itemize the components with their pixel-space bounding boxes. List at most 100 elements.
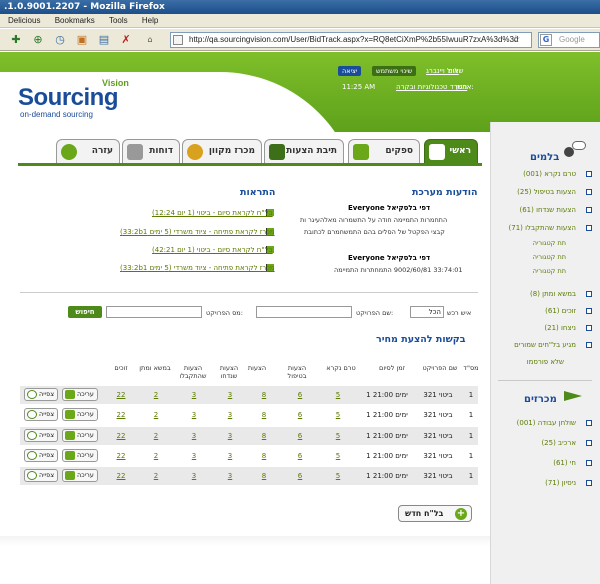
sidebar-item[interactable]: חי (61) xyxy=(553,459,576,467)
table-cell-rejected[interactable]: 3 xyxy=(222,411,238,419)
tab-online-tender[interactable]: מכרז מקוון xyxy=(182,139,262,164)
table-cell-offers[interactable]: 8 xyxy=(256,452,272,460)
table-cell-rejected[interactable]: 3 xyxy=(222,432,238,440)
tab-suppliers[interactable]: ספקים xyxy=(348,139,420,164)
page-icon[interactable]: ▤ xyxy=(96,32,112,48)
expand-icon[interactable] xyxy=(586,342,592,348)
buyer-select[interactable]: הכל xyxy=(410,306,444,318)
alert-link[interactable]: בל"ח לקראת סיום - ביטוי (1 יום 12:24) xyxy=(152,209,273,217)
table-cell-offers[interactable]: 8 xyxy=(256,391,272,399)
table-cell-negotiation[interactable]: 2 xyxy=(148,472,164,480)
expand-icon[interactable] xyxy=(586,440,592,446)
table-cell-offers[interactable]: 8 xyxy=(256,472,272,480)
table-cell-accepted[interactable]: 3 xyxy=(186,432,202,440)
sidebar-item[interactable]: הצעות שנדחו (61) xyxy=(519,206,576,214)
table-cell-winners[interactable]: 22 xyxy=(112,472,130,480)
view-button[interactable]: צפייה xyxy=(24,429,59,442)
sidebar-subitem[interactable]: תת קטגוריה xyxy=(533,267,566,275)
sidebar-subitem[interactable]: תת קטגוריה xyxy=(533,239,566,247)
expand-icon[interactable] xyxy=(586,207,592,213)
sidebar-item[interactable]: הצעות שהתקבלו (71) xyxy=(509,224,577,232)
table-cell-winners[interactable]: 22 xyxy=(112,391,130,399)
sidebar-subitem[interactable]: תת קטגוריה xyxy=(533,253,566,261)
table-cell-in-process[interactable]: 6 xyxy=(292,452,308,460)
project-number-input[interactable] xyxy=(106,306,202,318)
history-icon[interactable]: ◷ xyxy=(52,32,68,48)
expand-icon[interactable] xyxy=(586,291,592,297)
org-name[interactable]: משרד טכנולוגיות ובקרה xyxy=(396,83,467,91)
search-button[interactable]: חיפוש xyxy=(68,306,102,318)
sidebar-item[interactable]: ארכיב (25) xyxy=(541,439,576,447)
edit-button[interactable]: עריכה xyxy=(62,469,98,482)
alert-link[interactable]: בל"ח לקראת סיום - ביטוי (1 יום 42:21) xyxy=(152,246,273,254)
expand-icon[interactable] xyxy=(586,225,592,231)
google-icon[interactable]: G xyxy=(540,34,552,46)
bookmark-icon[interactable]: ▣ xyxy=(74,32,90,48)
stop-icon[interactable]: ✗ xyxy=(118,32,134,48)
table-cell-winners[interactable]: 22 xyxy=(112,432,130,440)
tab-help[interactable]: עזרה xyxy=(56,139,120,164)
table-cell-accepted[interactable]: 3 xyxy=(186,472,202,480)
table-cell-unread[interactable]: 5 xyxy=(330,472,346,480)
expand-icon[interactable] xyxy=(586,325,592,331)
change-user-button[interactable]: שינוי משתמש xyxy=(372,66,417,76)
sidebar-item[interactable]: מגיע בל"חים שמורים xyxy=(514,341,576,349)
table-cell-offers[interactable]: 8 xyxy=(256,411,272,419)
view-button[interactable]: צפייה xyxy=(24,469,59,482)
table-cell-unread[interactable]: 5 xyxy=(330,411,346,419)
table-cell-in-process[interactable]: 6 xyxy=(292,432,308,440)
sidebar-item[interactable]: זוכים (61) xyxy=(545,307,576,315)
sidebar-item[interactable]: ניצחו (21) xyxy=(544,324,576,332)
table-cell-unread[interactable]: 5 xyxy=(330,391,346,399)
expand-icon[interactable] xyxy=(586,171,592,177)
tag-icon[interactable]: ⌂ xyxy=(142,32,158,48)
menu-tools[interactable]: Tools xyxy=(109,16,128,25)
menu-delicious[interactable]: Delicious xyxy=(8,16,40,25)
table-cell-unread[interactable]: 5 xyxy=(330,452,346,460)
alert-link[interactable]: מכרז לקראת פתיחה - ציוד משרדי (5 ימים 33… xyxy=(120,228,275,236)
table-cell-negotiation[interactable]: 2 xyxy=(148,391,164,399)
table-cell-in-process[interactable]: 6 xyxy=(292,411,308,419)
expand-icon[interactable] xyxy=(586,480,592,486)
expand-icon[interactable] xyxy=(586,420,592,426)
view-button[interactable]: צפייה xyxy=(24,388,59,401)
table-cell-unread[interactable]: 5 xyxy=(330,432,346,440)
table-cell-rejected[interactable]: 3 xyxy=(222,391,238,399)
user-name[interactable]: אייל ויינברג xyxy=(426,67,459,75)
menu-help[interactable]: Help xyxy=(142,16,158,25)
sidebar-item[interactable]: טרם נקרא (001) xyxy=(523,170,576,178)
sidebar-item[interactable]: שולחן עבודה (001) xyxy=(517,419,576,427)
table-cell-accepted[interactable]: 3 xyxy=(186,411,202,419)
sidebar-item[interactable]: שלא פורסמו xyxy=(527,358,564,366)
table-cell-in-process[interactable]: 6 xyxy=(292,472,308,480)
edit-button[interactable]: עריכה xyxy=(62,388,98,401)
logout-button[interactable]: יציאה xyxy=(338,66,362,76)
table-cell-negotiation[interactable]: 2 xyxy=(148,452,164,460)
table-cell-winners[interactable]: 22 xyxy=(112,452,130,460)
expand-icon[interactable] xyxy=(586,189,592,195)
new-page-icon[interactable]: ✚ xyxy=(8,32,24,48)
project-name-input[interactable] xyxy=(256,306,352,318)
tab-inbox[interactable]: תיבת הצעות xyxy=(264,139,344,164)
table-cell-accepted[interactable]: 3 xyxy=(186,452,202,460)
tab-reports[interactable]: דוחות xyxy=(122,139,180,164)
expand-icon[interactable] xyxy=(586,460,592,466)
tab-main[interactable]: ראשי xyxy=(424,139,478,164)
view-button[interactable]: צפייה xyxy=(24,449,59,462)
add-icon[interactable]: ⊕ xyxy=(30,32,46,48)
view-button[interactable]: צפייה xyxy=(24,408,59,421)
menu-bookmarks[interactable]: Bookmarks xyxy=(55,16,95,25)
table-cell-in-process[interactable]: 6 xyxy=(292,391,308,399)
table-cell-negotiation[interactable]: 2 xyxy=(148,432,164,440)
table-cell-winners[interactable]: 22 xyxy=(112,411,130,419)
new-bid-button[interactable]: בל"ח חדש + xyxy=(398,505,472,522)
table-cell-rejected[interactable]: 3 xyxy=(222,472,238,480)
edit-button[interactable]: עריכה xyxy=(62,449,98,462)
table-cell-accepted[interactable]: 3 xyxy=(186,391,202,399)
expand-icon[interactable] xyxy=(586,308,592,314)
alert-link[interactable]: מכרז לקראת פתיחה - ציוד משרדי (5 ימים 33… xyxy=(120,264,275,272)
edit-button[interactable]: עריכה xyxy=(62,429,98,442)
sidebar-item[interactable]: במשא ומתן (8) xyxy=(530,290,576,298)
table-cell-rejected[interactable]: 3 xyxy=(222,452,238,460)
sidebar-item[interactable]: הצעות בטיפול (25) xyxy=(517,188,576,196)
